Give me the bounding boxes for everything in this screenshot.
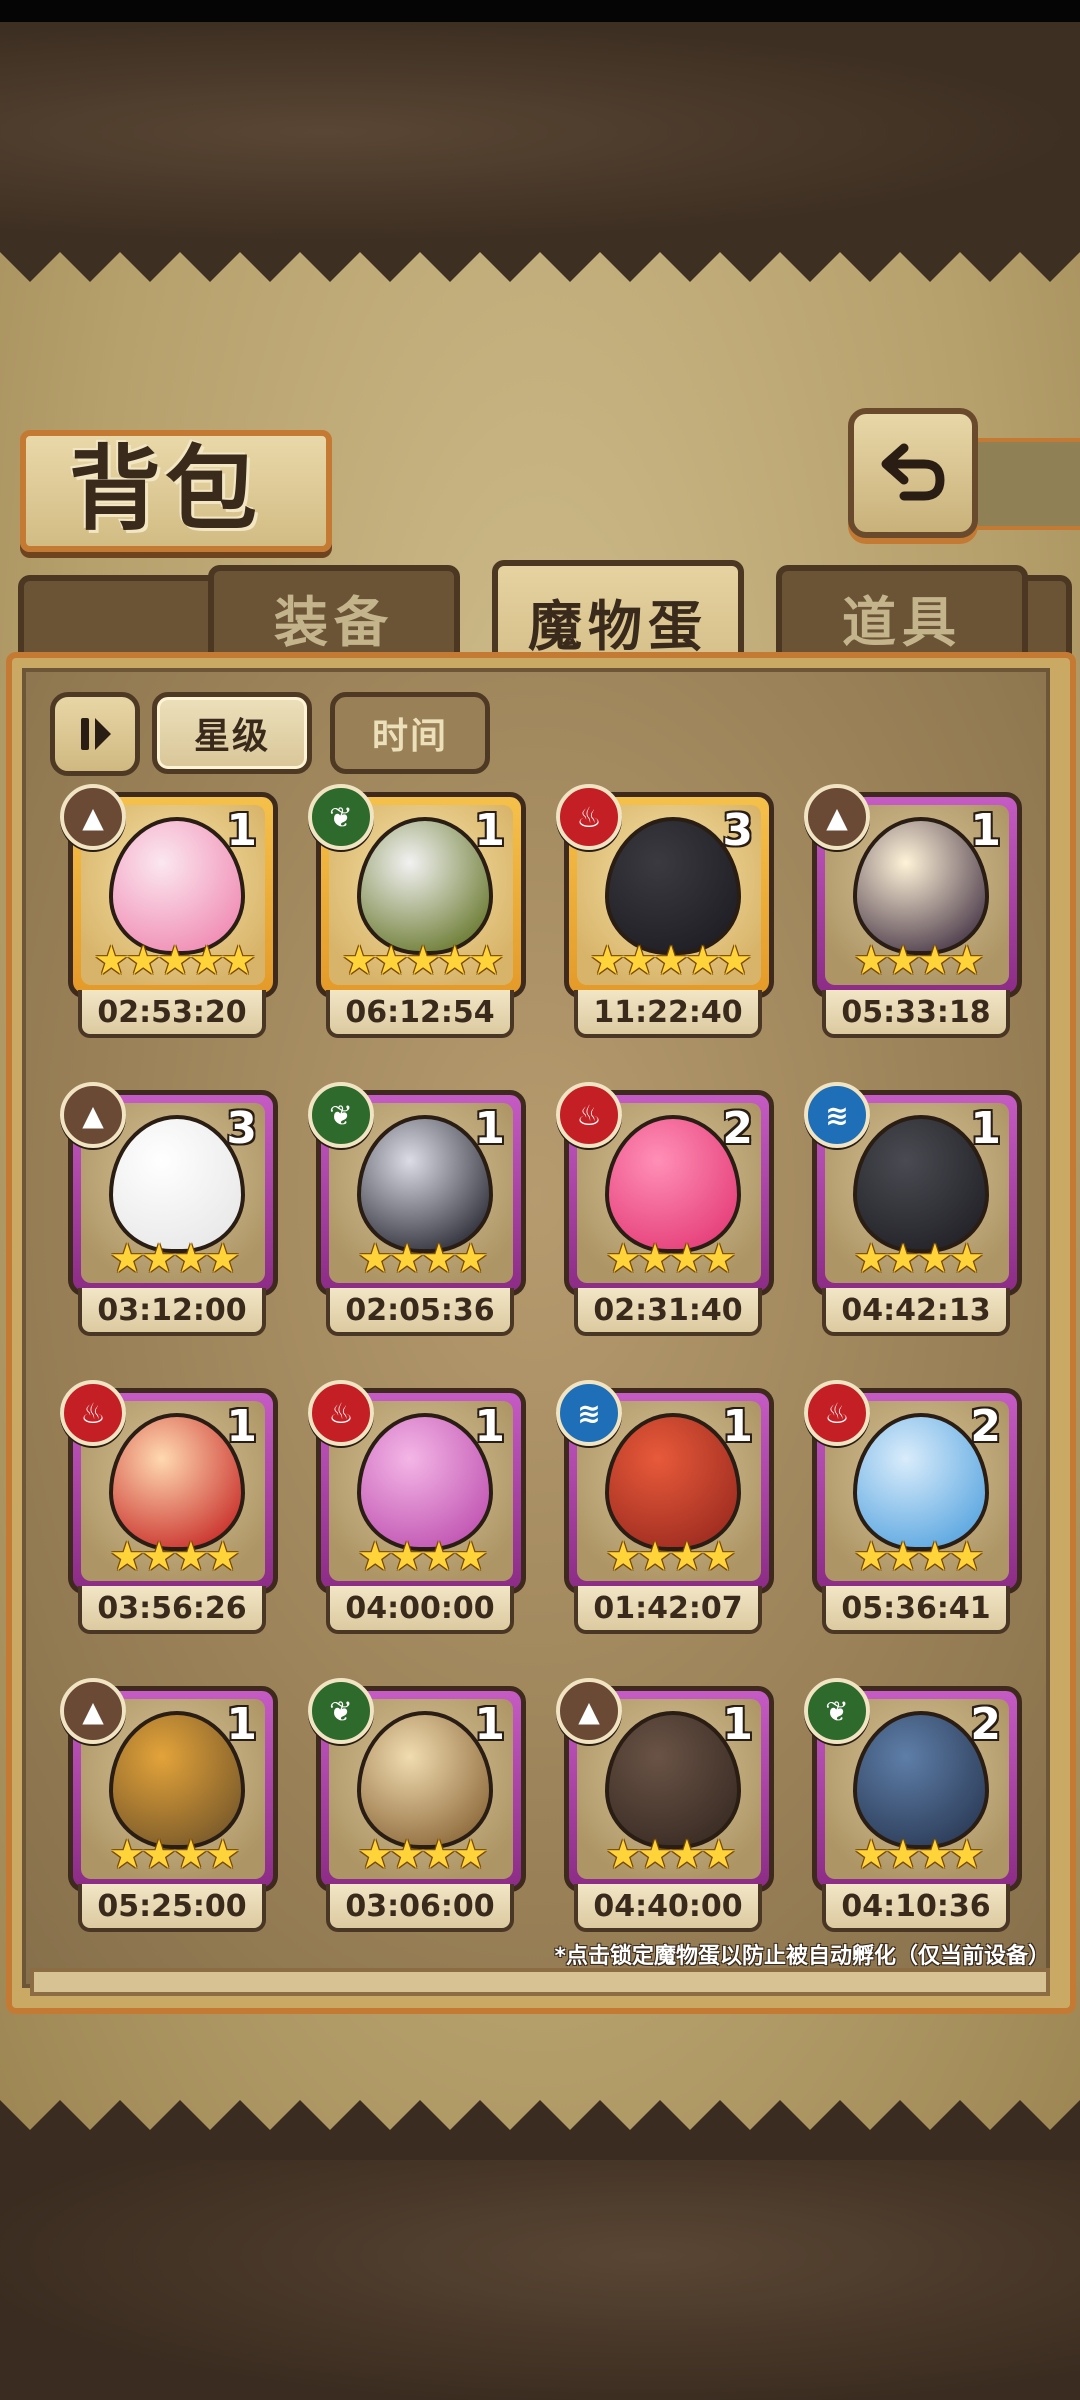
hatch-timer: 02:05:36	[326, 1288, 514, 1336]
bottom-zigzag-border	[0, 2100, 1080, 2160]
egg-card[interactable]: 1 ★★★★ ≋ 04:42:13	[804, 1082, 1022, 1340]
hatch-timer: 03:06:00	[326, 1884, 514, 1932]
star-rating: ★★★★	[109, 1832, 240, 1878]
water-element-icon: ≋	[556, 1380, 622, 1446]
filter-star-button[interactable]: 星级	[152, 692, 312, 774]
egg-count: 2	[722, 1103, 753, 1154]
sort-toggle-button[interactable]	[50, 692, 140, 776]
hatch-timer: 04:00:00	[326, 1586, 514, 1634]
hatch-timer: 05:25:00	[78, 1884, 266, 1932]
egg-count: 1	[474, 805, 505, 856]
hatch-timer: 04:40:00	[574, 1884, 762, 1932]
egg-count: 1	[474, 1401, 505, 1452]
star-rating: ★★★★	[853, 1534, 984, 1580]
water-element-icon: ≋	[804, 1082, 870, 1148]
egg-count: 1	[226, 1699, 257, 1750]
egg-card[interactable]: 1 ★★★★ ❦ 03:06:00	[308, 1678, 526, 1936]
hatch-timer: 04:42:13	[822, 1288, 1010, 1336]
hatch-timer: 02:53:20	[78, 990, 266, 1038]
earth-element-icon: ▲	[60, 1082, 126, 1148]
lock-hint-text: *点击锁定魔物蛋以防止被自动孵化（仅当前设备）	[554, 1944, 1050, 1969]
egg-card[interactable]: 1 ★★★★ ▲ 04:40:00	[556, 1678, 774, 1936]
top-zigzag-border	[0, 242, 1080, 282]
egg-card[interactable]: 2 ★★★★ ♨ 02:31:40	[556, 1082, 774, 1340]
egg-card[interactable]: 1 ★★★★★ ▲ 02:53:20	[60, 784, 278, 1042]
star-rating: ★★★★★	[341, 938, 504, 984]
leaf-element-icon: ❦	[308, 1082, 374, 1148]
status-bar	[0, 0, 1080, 22]
egg-card[interactable]: 1 ★★★★ ♨ 03:56:26	[60, 1380, 278, 1638]
star-rating: ★★★★	[853, 938, 984, 984]
hatch-timer: 06:12:54	[326, 990, 514, 1038]
egg-count: 2	[970, 1699, 1001, 1750]
earth-element-icon: ▲	[60, 1678, 126, 1744]
egg-card[interactable]: 1 ★★★★ ❦ 02:05:36	[308, 1082, 526, 1340]
star-rating: ★★★★★	[589, 938, 752, 984]
egg-card[interactable]: 2 ★★★★ ❦ 04:10:36	[804, 1678, 1022, 1936]
hatch-timer: 04:10:36	[822, 1884, 1010, 1932]
fire-element-icon: ♨	[804, 1380, 870, 1446]
top-map-background	[0, 22, 1080, 242]
hatch-timer: 05:36:41	[822, 1586, 1010, 1634]
egg-count: 1	[722, 1699, 753, 1750]
hatch-timer: 02:31:40	[574, 1288, 762, 1336]
egg-card[interactable]: 2 ★★★★ ♨ 05:36:41	[804, 1380, 1022, 1638]
star-rating: ★★★★	[605, 1832, 736, 1878]
return-arrow-icon	[881, 443, 945, 501]
filter-time-button[interactable]: 时间	[330, 692, 490, 774]
egg-count: 3	[722, 805, 753, 856]
egg-card[interactable]: 1 ★★★★ ≋ 01:42:07	[556, 1380, 774, 1638]
star-rating: ★★★★	[109, 1534, 240, 1580]
hatch-timer: 03:12:00	[78, 1288, 266, 1336]
hatch-timer: 05:33:18	[822, 990, 1010, 1038]
egg-count: 1	[970, 1103, 1001, 1154]
hatch-timer: 03:56:26	[78, 1586, 266, 1634]
egg-count: 1	[722, 1401, 753, 1452]
earth-element-icon: ▲	[556, 1678, 622, 1744]
star-rating: ★★★★	[853, 1832, 984, 1878]
sort-toggle-icon	[81, 718, 111, 750]
star-rating: ★★★★	[109, 1236, 240, 1282]
fire-element-icon: ♨	[556, 1082, 622, 1148]
star-rating: ★★★★★	[93, 938, 256, 984]
leaf-element-icon: ❦	[308, 1678, 374, 1744]
egg-card[interactable]: 1 ★★★★ ▲ 05:25:00	[60, 1678, 278, 1936]
egg-card[interactable]: 3 ★★★★ ▲ 03:12:00	[60, 1082, 278, 1340]
back-button-strip	[966, 438, 1080, 530]
star-rating: ★★★★	[357, 1534, 488, 1580]
egg-count: 2	[970, 1401, 1001, 1452]
egg-count: 1	[226, 805, 257, 856]
frame-bottom-bar	[30, 1968, 1050, 1996]
hatch-timer: 11:22:40	[574, 990, 762, 1038]
star-rating: ★★★★	[357, 1236, 488, 1282]
fire-element-icon: ♨	[556, 784, 622, 850]
egg-count: 1	[474, 1103, 505, 1154]
egg-count: 1	[474, 1699, 505, 1750]
egg-count: 1	[970, 805, 1001, 856]
earth-element-icon: ▲	[804, 784, 870, 850]
back-button[interactable]	[848, 408, 978, 538]
fire-element-icon: ♨	[60, 1380, 126, 1446]
star-rating: ★★★★	[357, 1832, 488, 1878]
egg-count: 3	[226, 1103, 257, 1154]
egg-card[interactable]: 1 ★★★★ ▲ 05:33:18	[804, 784, 1022, 1042]
leaf-element-icon: ❦	[308, 784, 374, 850]
fire-element-icon: ♨	[308, 1380, 374, 1446]
egg-card[interactable]: 3 ★★★★★ ♨ 11:22:40	[556, 784, 774, 1042]
page-title: 背包	[68, 436, 261, 543]
star-rating: ★★★★	[853, 1236, 984, 1282]
hatch-timer: 01:42:07	[574, 1586, 762, 1634]
earth-element-icon: ▲	[60, 784, 126, 850]
star-rating: ★★★★	[605, 1236, 736, 1282]
egg-count: 1	[226, 1401, 257, 1452]
star-rating: ★★★★	[605, 1534, 736, 1580]
leaf-element-icon: ❦	[804, 1678, 870, 1744]
egg-card[interactable]: 1 ★★★★ ♨ 04:00:00	[308, 1380, 526, 1638]
egg-card[interactable]: 1 ★★★★★ ❦ 06:12:54	[308, 784, 526, 1042]
bottom-map-background	[0, 2160, 1080, 2400]
